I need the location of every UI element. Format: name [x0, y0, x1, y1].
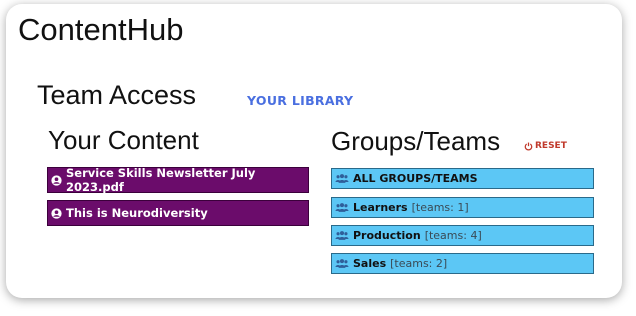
group-item-production[interactable]: Production [teams: 4] [331, 225, 594, 246]
content-item-newsletter[interactable]: Service Skills Newsletter July 2023.pdf [47, 166, 309, 194]
app-title: ContentHub [18, 12, 184, 47]
users-icon [335, 231, 349, 240]
group-team-count: [teams: 2] [390, 257, 448, 270]
content-item-neurodiversity[interactable]: This is Neurodiversity [47, 200, 309, 226]
group-item-label: Sales [353, 257, 387, 270]
group-team-count: [teams: 4] [424, 229, 482, 242]
user-circle-icon [51, 207, 62, 219]
group-item-learners[interactable]: Learners [teams: 1] [331, 197, 594, 218]
page-title: Team Access [37, 80, 197, 110]
content-item-label: Service Skills Newsletter July 2023.pdf [66, 166, 256, 194]
group-item-all[interactable]: ALL GROUPS/TEAMS [331, 168, 594, 189]
reset-button[interactable]: RESET [524, 141, 567, 151]
group-item-label: ALL GROUPS/TEAMS [353, 172, 478, 185]
group-item-label: Learners [353, 201, 408, 214]
groups-teams-title: Groups/Teams [331, 126, 501, 156]
power-icon [524, 142, 533, 151]
your-library-link[interactable]: YOUR LIBRARY [247, 93, 353, 108]
group-item-label: Production [353, 229, 421, 242]
users-icon [335, 174, 349, 183]
users-icon [335, 259, 349, 268]
content-item-label: This is Neurodiversity [66, 206, 208, 220]
users-icon [335, 203, 349, 212]
reset-label: RESET [535, 141, 567, 151]
user-circle-icon [51, 174, 62, 186]
your-content-title: Your Content [48, 125, 199, 155]
group-item-sales[interactable]: Sales [teams: 2] [331, 253, 594, 274]
group-team-count: [teams: 1] [411, 201, 469, 214]
